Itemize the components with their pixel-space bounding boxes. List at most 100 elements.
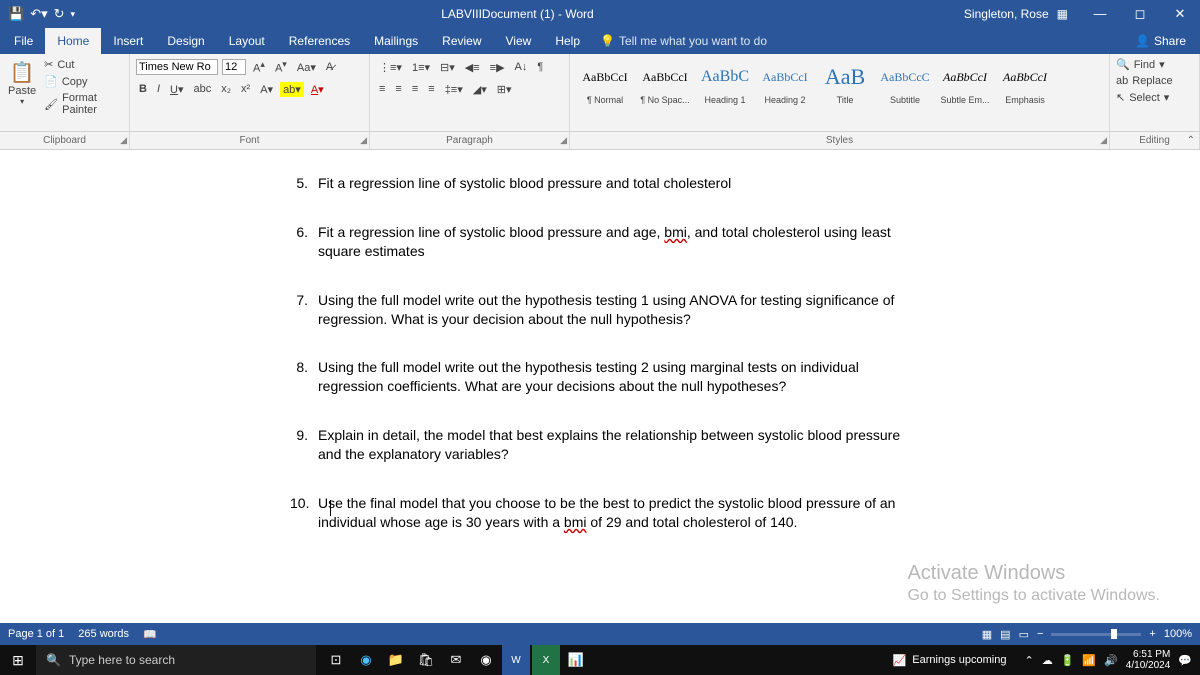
document-area[interactable]: 5.Fit a regression line of systolic bloo… [0,150,1200,627]
list-item[interactable]: 9.Explain in detail, the model that best… [290,426,910,464]
numbering-button[interactable]: 1≡▾ [409,60,433,75]
align-center-button[interactable]: ≡ [392,82,404,96]
grow-font-button[interactable]: A▴ [250,58,268,76]
task-view-button[interactable]: ⊡ [322,645,350,675]
style--normal[interactable]: AaBbCcI¶ Normal [576,56,634,108]
tab-help[interactable]: Help [543,28,592,54]
tell-me[interactable]: 💡 Tell me what you want to do [600,34,767,48]
cut-button[interactable]: ✂Cut [44,56,123,73]
zoom-level[interactable]: 100% [1164,628,1192,640]
start-button[interactable]: ⊞ [0,652,36,669]
subscript-button[interactable]: x₂ [218,82,234,96]
style-subtitle[interactable]: AaBbCcCSubtitle [876,56,934,108]
sound-icon[interactable]: 🔊 [1104,654,1118,667]
borders-button[interactable]: ⊞▾ [494,82,515,97]
store-icon[interactable]: 🛍 [412,645,440,675]
zoom-in-button[interactable]: + [1149,628,1155,640]
change-case-button[interactable]: Aa▾ [294,60,319,75]
word-count[interactable]: 265 words [78,628,129,640]
proofing-icon[interactable]: 📖 [143,628,157,641]
onedrive-icon[interactable]: ☁ [1042,654,1053,667]
style-subtle-em-[interactable]: AaBbCcISubtle Em... [936,56,994,108]
font-size-input[interactable] [222,59,246,75]
clock[interactable]: 6:51 PM 4/10/2024 [1126,649,1171,671]
styles-launcher[interactable]: ◢ [1100,135,1107,146]
show-marks-button[interactable]: ¶ [534,60,546,74]
strike-button[interactable]: abc [191,82,215,96]
page[interactable]: 5.Fit a regression line of systolic bloo… [290,150,910,532]
app-icon[interactable]: 📊 [562,645,590,675]
mail-icon[interactable]: ✉ [442,645,470,675]
find-button[interactable]: 🔍Find ▾ [1116,56,1193,73]
list-item[interactable]: 8.Using the full model write out the hyp… [290,358,910,396]
font-color-button[interactable]: A▾ [308,82,327,97]
style-heading-2[interactable]: AaBbCcIHeading 2 [756,56,814,108]
line-spacing-button[interactable]: ‡≡▾ [442,82,466,97]
superscript-button[interactable]: x² [238,82,253,96]
tab-home[interactable]: Home [45,28,101,54]
explorer-icon[interactable]: 📁 [382,645,410,675]
user-name[interactable]: Singleton, Rose [964,7,1049,21]
underline-button[interactable]: U▾ [167,82,186,97]
battery-icon[interactable]: 🔋 [1061,654,1075,667]
close-button[interactable]: ✕ [1160,6,1200,22]
clear-format-button[interactable]: A̷ [323,60,336,74]
tab-mailings[interactable]: Mailings [362,28,430,54]
tray-chevron-icon[interactable]: ⌃ [1024,654,1033,667]
style-title[interactable]: AaBTitle [816,56,874,108]
paste-button[interactable]: 📋 Paste ▾ [6,56,38,112]
minimize-button[interactable]: — [1080,6,1120,22]
align-left-button[interactable]: ≡ [376,82,388,96]
word-icon[interactable]: W [502,645,530,675]
font-launcher[interactable]: ◢ [360,135,367,146]
save-icon[interactable]: 💾 [8,6,24,22]
share-button[interactable]: 👤 Share [1121,34,1200,48]
read-mode-button[interactable]: ▦ [982,628,992,641]
list-item[interactable]: 10.Use the final model that you choose t… [290,494,910,532]
bold-button[interactable]: B [136,82,150,96]
notifications-icon[interactable]: 💬 [1178,654,1192,667]
tab-insert[interactable]: Insert [101,28,155,54]
replace-button[interactable]: abReplace [1116,73,1193,89]
justify-button[interactable]: ≡ [425,82,437,96]
undo-icon[interactable]: ↶▾ [30,6,47,22]
tab-file[interactable]: File [2,28,45,54]
zoom-out-button[interactable]: − [1037,628,1043,640]
highlight-button[interactable]: ab▾ [280,82,304,97]
page-indicator[interactable]: Page 1 of 1 [8,628,64,640]
italic-button[interactable]: I [154,82,163,96]
list-item[interactable]: 6.Fit a regression line of systolic bloo… [290,223,910,261]
news-widget[interactable]: 📈 Earnings upcoming [883,654,1017,667]
sort-button[interactable]: A↓ [512,60,531,74]
print-layout-button[interactable]: ▤ [1000,628,1010,641]
style--no-spac-[interactable]: AaBbCcI¶ No Spac... [636,56,694,108]
qat-more-icon[interactable]: ▾ [71,9,76,20]
web-layout-button[interactable]: ▭ [1019,628,1029,641]
inc-indent-button[interactable]: ≡▶ [487,60,508,75]
shrink-font-button[interactable]: A▾ [272,58,290,76]
maximize-button[interactable]: ◻ [1120,6,1160,22]
wifi-icon[interactable]: 📶 [1082,654,1096,667]
multilevel-button[interactable]: ⊟▾ [437,60,458,75]
dec-indent-button[interactable]: ◀≡ [462,60,483,75]
tab-view[interactable]: View [494,28,544,54]
align-right-button[interactable]: ≡ [409,82,421,96]
style-heading-1[interactable]: AaBbCHeading 1 [696,56,754,108]
edge-icon[interactable]: ◉ [352,645,380,675]
collapse-ribbon-icon[interactable]: ⌃ [1187,135,1195,146]
clipboard-launcher[interactable]: ◢ [120,135,127,146]
tab-design[interactable]: Design [155,28,216,54]
ribbon-display-icon[interactable]: ▦ [1057,7,1068,21]
list-item[interactable]: 7.Using the full model write out the hyp… [290,291,910,329]
tab-references[interactable]: References [277,28,362,54]
zoom-slider[interactable] [1051,633,1141,636]
text-effects-button[interactable]: A▾ [257,82,276,97]
bullets-button[interactable]: ⋮≡▾ [376,60,405,75]
taskbar-search[interactable]: 🔍 Type here to search [36,645,316,675]
font-name-input[interactable] [136,59,218,75]
format-painter-button[interactable]: 🖌Format Painter [44,90,123,118]
tab-review[interactable]: Review [430,28,493,54]
tab-layout[interactable]: Layout [217,28,277,54]
paragraph-launcher[interactable]: ◢ [560,135,567,146]
style-emphasis[interactable]: AaBbCcIEmphasis [996,56,1054,108]
